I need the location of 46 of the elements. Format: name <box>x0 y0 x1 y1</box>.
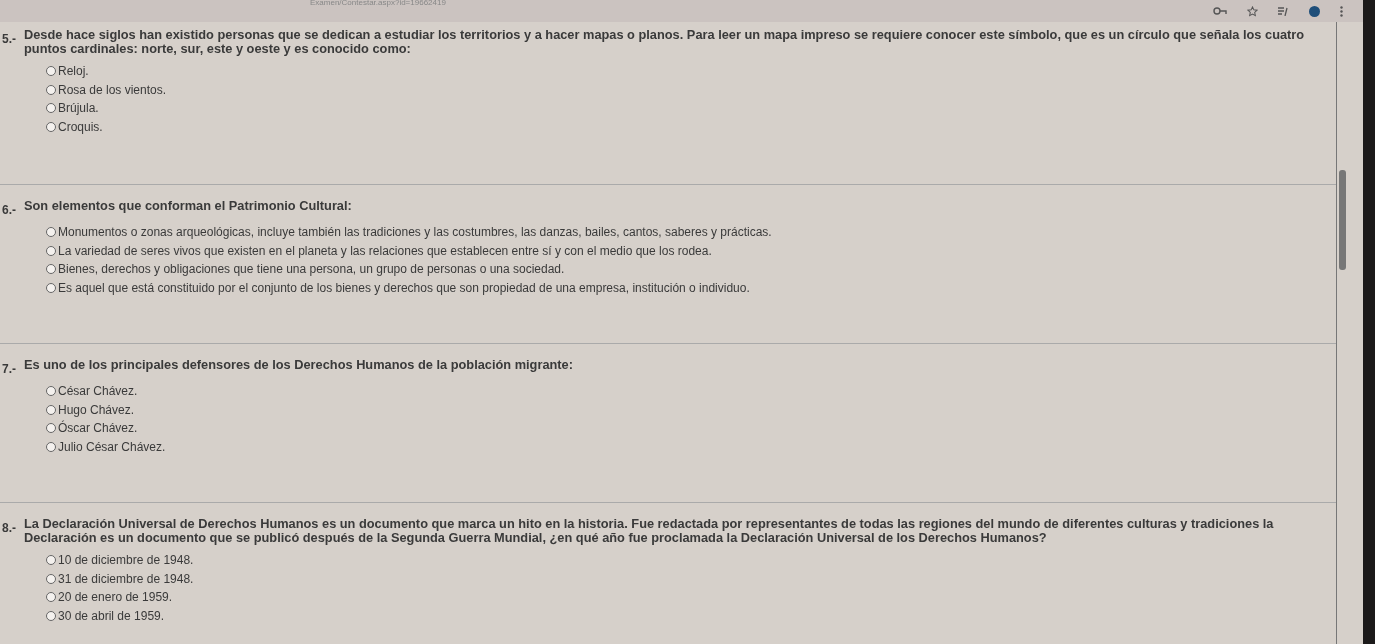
menu-icon[interactable] <box>1340 5 1343 17</box>
radio-button[interactable] <box>46 84 56 95</box>
radio-button[interactable] <box>46 227 56 238</box>
question-text: Es uno de los principales defensores de los Derechos Humanos de la población migrante: <box>24 358 573 374</box>
radio-button[interactable] <box>46 66 56 77</box>
question-number: 5.- <box>2 31 16 48</box>
answer-option[interactable]: Julio César Chávez. <box>46 437 1324 456</box>
answer-option[interactable]: La variedad de seres vivos que existen en el planeta y las relaciones que establecen entre sí y con el medio que los rodea. <box>46 241 1324 260</box>
question-text: Son elementos que conforman el Patrimonio Cultural: <box>24 199 352 215</box>
reading-list-icon[interactable] <box>1278 6 1289 16</box>
answer-option[interactable]: Monumentos o zonas arqueológicas, incluye también las tradiciones y las costumbres, las danzas, bailes, cantos, saberes y prácticas. <box>46 223 1324 242</box>
radio-button[interactable] <box>46 121 56 132</box>
radio-button[interactable] <box>46 404 56 415</box>
answer-option[interactable]: Es aquel que está constituido por el conjunto de los bienes y derechos que son propiedad de una empresa, institución o individuo. <box>46 278 1324 297</box>
answer-option[interactable]: 10 de diciembre de 1948. <box>46 551 1324 570</box>
radio-button[interactable] <box>46 573 56 584</box>
answer-option[interactable]: 31 de diciembre de 1948. <box>46 569 1324 588</box>
answer-option[interactable]: Brújula. <box>46 99 1324 118</box>
answer-option[interactable]: Óscar Chávez. <box>46 419 1324 438</box>
star-icon[interactable] <box>1247 5 1258 17</box>
answer-option[interactable]: Reloj. <box>46 62 1324 81</box>
question-number: 7.- <box>2 361 16 376</box>
key-icon[interactable] <box>1213 7 1227 15</box>
question-number: 6.- <box>2 202 16 217</box>
radio-button[interactable] <box>46 386 56 397</box>
answer-option[interactable]: Rosa de los vientos. <box>46 80 1324 99</box>
scrollbar-thumb[interactable] <box>1339 170 1346 270</box>
answer-option[interactable]: Croquis. <box>46 117 1324 136</box>
answer-option[interactable]: Bienes, derechos y obligaciones que tiene una persona, un grupo de personas o una sociedad. <box>46 260 1324 279</box>
answer-option[interactable]: Hugo Chávez. <box>46 400 1324 419</box>
radio-button[interactable] <box>46 592 56 603</box>
question-number: 8.- <box>2 520 16 537</box>
avatar-icon[interactable] <box>1309 5 1320 17</box>
radio-button[interactable] <box>46 245 56 256</box>
answer-option[interactable]: 20 de enero de 1959. <box>46 588 1324 607</box>
radio-button[interactable] <box>46 282 56 293</box>
radio-button[interactable] <box>46 555 56 566</box>
answer-option[interactable]: César Chávez. <box>46 382 1324 401</box>
answer-option[interactable]: 30 de abril de 1959. <box>46 606 1324 625</box>
question-text: La Declaración Universal de Derechos Humanos es un documento que marca un hito en la historia. Fue redactada por representantes de todas las regiones del mundo de diferentes culturas y tradiciones la Declaración es un documento que se publicó después de la Segunda Guerra Mundial, ¿en qué año fue proclamada la Declaración Universal de los Derechos Humanos? <box>24 517 1275 545</box>
radio-button[interactable] <box>46 441 56 452</box>
radio-button[interactable] <box>46 103 56 114</box>
radio-button[interactable] <box>46 423 56 434</box>
radio-button[interactable] <box>46 264 56 275</box>
question-text: Desde hace siglos han existido personas que se dedican a estudiar los territorios y a hacer mapas o planos. Para leer un mapa impreso se requiere conocer este símbolo, que es un círculo que señala los cuatro puntos cardinales: norte, sur, este y oeste y es conocido como: <box>24 28 1306 56</box>
radio-button[interactable] <box>46 610 56 621</box>
